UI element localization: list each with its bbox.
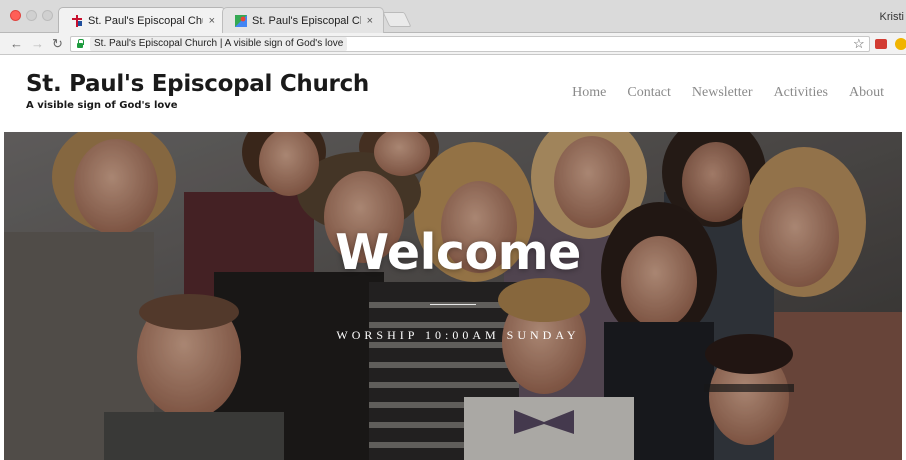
site-tagline: A visible sign of God's love xyxy=(26,100,178,111)
nav-home[interactable]: Home xyxy=(572,85,606,101)
lock-icon xyxy=(75,39,85,49)
address-bar-text: St. Paul's Episcopal Church | A visible … xyxy=(90,37,348,51)
maps-favicon-icon xyxy=(235,14,247,27)
forward-arrow-icon[interactable]: → xyxy=(31,35,44,53)
profile-name[interactable]: Kristi xyxy=(880,11,904,23)
hero-dim-overlay xyxy=(4,132,902,460)
tab-close-icon[interactable]: × xyxy=(209,15,215,27)
nav-about[interactable]: About xyxy=(849,85,884,101)
main-nav: Home Contact Newsletter Activities About xyxy=(572,85,884,101)
browser-tab-inactive[interactable]: St. Paul's Episcopal Church - × xyxy=(222,7,384,33)
hero-title: Welcome xyxy=(335,224,581,281)
nav-activities[interactable]: Activities xyxy=(774,85,828,101)
browser-tab-active[interactable]: St. Paul's Episcopal Church | A × xyxy=(58,7,226,33)
church-favicon-icon xyxy=(71,14,83,27)
tab-close-icon[interactable]: × xyxy=(367,15,373,27)
address-bar[interactable]: St. Paul's Episcopal Church | A visible … xyxy=(70,36,870,52)
extension-icon[interactable] xyxy=(875,39,887,49)
reload-icon[interactable]: ↻ xyxy=(52,35,63,53)
site-title[interactable]: St. Paul's Episcopal Church xyxy=(26,71,369,97)
hero-banner: Welcome WORSHIP 10:00AM SUNDAY xyxy=(4,132,902,460)
browser-toolbar: ← → ↻ St. Paul's Episcopal Church | A vi… xyxy=(0,33,906,55)
tab-title: St. Paul's Episcopal Church - xyxy=(252,14,361,27)
back-arrow-icon[interactable]: ← xyxy=(10,35,23,53)
nav-newsletter[interactable]: Newsletter xyxy=(692,85,753,101)
hero-subtitle: WORSHIP 10:00AM SUNDAY xyxy=(336,328,580,342)
nav-contact[interactable]: Contact xyxy=(627,85,671,101)
hero-divider xyxy=(430,304,476,305)
browser-tab-strip: St. Paul's Episcopal Church | A × St. Pa… xyxy=(0,0,906,33)
window-zoom-icon[interactable] xyxy=(42,10,53,21)
tab-title: St. Paul's Episcopal Church | A xyxy=(88,14,203,27)
window-minimize-icon[interactable] xyxy=(26,10,37,21)
extension-icon[interactable] xyxy=(895,38,906,50)
window-close-icon[interactable] xyxy=(10,10,21,21)
site-header: St. Paul's Episcopal Church A visible si… xyxy=(0,56,906,132)
star-icon[interactable]: ☆ xyxy=(853,36,865,52)
new-tab-button[interactable] xyxy=(382,12,412,27)
